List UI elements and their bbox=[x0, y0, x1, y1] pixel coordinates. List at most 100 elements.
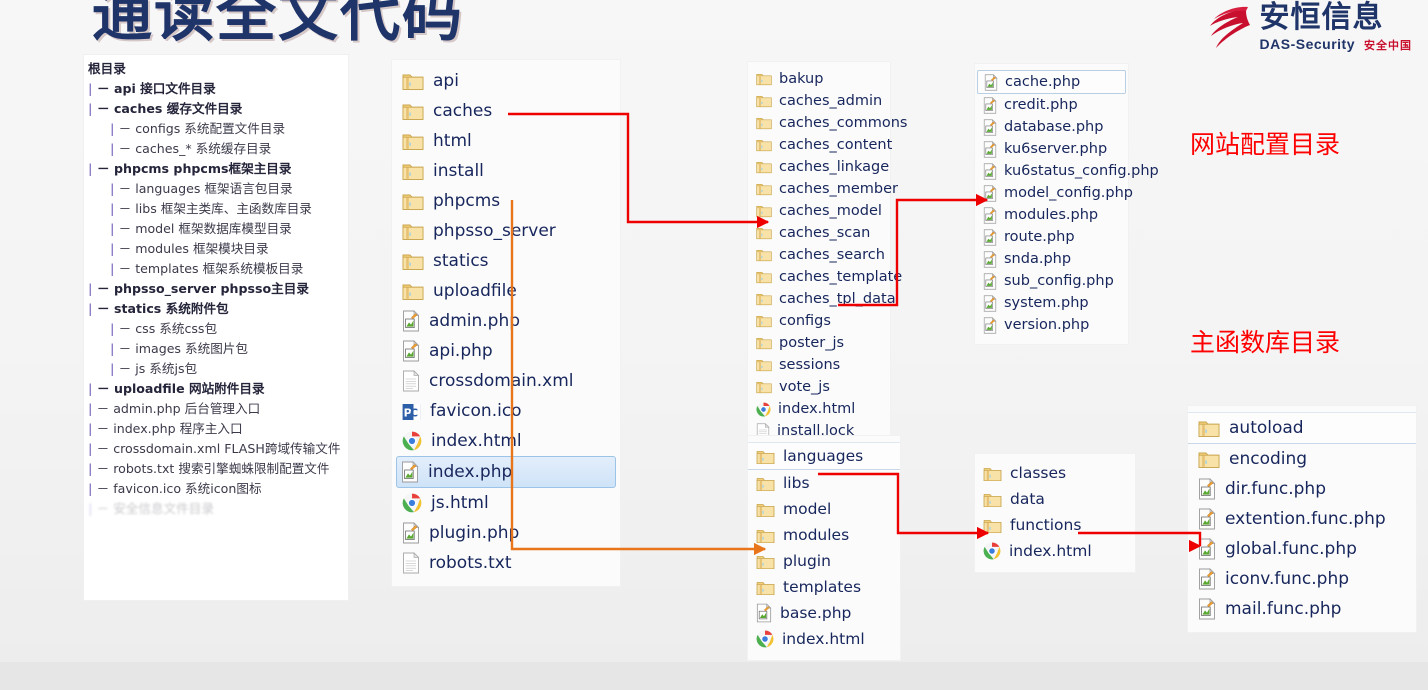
outline-row-label: － phpsso_server phpsso主目录 bbox=[92, 281, 309, 296]
file-row[interactable]: encoding bbox=[1188, 444, 1416, 474]
file-row[interactable]: phpcms bbox=[392, 186, 620, 216]
functions-directory-listing[interactable]: autoload encoding dir.func.php extention.fu… bbox=[1188, 406, 1416, 632]
file-row[interactable]: dir.func.php bbox=[1188, 474, 1416, 504]
file-row[interactable]: cache.php bbox=[977, 70, 1126, 94]
file-row[interactable]: admin.php bbox=[392, 306, 620, 336]
file-row[interactable]: index.html bbox=[748, 398, 890, 420]
file-row[interactable]: route.php bbox=[975, 226, 1128, 248]
caches-directory-listing[interactable]: bakup caches_admin caches_commons caches_co… bbox=[748, 62, 907, 450]
file-row[interactable]: classes bbox=[975, 460, 1135, 486]
file-row[interactable]: functions bbox=[975, 512, 1135, 538]
file-row[interactable]: ku6server.php bbox=[975, 138, 1128, 160]
folder-icon bbox=[402, 102, 424, 121]
file-name-label: caches_tpl_data bbox=[779, 291, 896, 307]
file-row[interactable]: caches bbox=[392, 96, 620, 126]
file-row[interactable]: iconv.func.php bbox=[1188, 564, 1416, 594]
file-name-label: favicon.ico bbox=[430, 401, 522, 421]
file-row[interactable]: P C favicon.ico bbox=[392, 396, 620, 426]
file-row[interactable]: system.php bbox=[975, 292, 1128, 314]
file-row[interactable]: robots.txt bbox=[392, 548, 620, 578]
file-row[interactable]: credit.php bbox=[975, 94, 1128, 116]
file-row[interactable]: model_config.php bbox=[975, 182, 1133, 204]
file-row[interactable]: modules bbox=[748, 522, 900, 548]
file-name-label: functions bbox=[1010, 516, 1082, 534]
file-row[interactable]: vote_js bbox=[748, 376, 890, 398]
file-row[interactable]: extention.func.php bbox=[1188, 504, 1416, 534]
file-row[interactable]: sub_config.php bbox=[975, 270, 1128, 292]
file-row[interactable]: templates bbox=[748, 574, 900, 600]
file-row[interactable]: snda.php bbox=[975, 248, 1128, 270]
outline-row-label: － languages 框架语言包目录 bbox=[114, 181, 293, 196]
file-row[interactable]: caches_model bbox=[748, 200, 890, 222]
file-row[interactable]: index.html bbox=[392, 426, 620, 456]
file-row[interactable]: caches_admin bbox=[748, 90, 890, 112]
file-name-label: base.php bbox=[780, 604, 852, 622]
folder-icon bbox=[756, 448, 775, 465]
file-row[interactable]: crossdomain.xml bbox=[392, 366, 620, 396]
file-row[interactable]: caches_tpl_data bbox=[748, 288, 896, 310]
outline-row-label: － phpcms phpcms框架主目录 bbox=[92, 161, 292, 176]
php-file-icon bbox=[983, 272, 997, 290]
file-row[interactable]: install bbox=[392, 156, 620, 186]
phpcms-directory-listing[interactable]: languages libs model modules plugin templates… bbox=[748, 436, 900, 660]
file-row[interactable]: caches_search bbox=[748, 244, 890, 266]
file-name-label: statics bbox=[433, 251, 489, 271]
file-row[interactable]: plugin.php bbox=[392, 518, 620, 548]
file-row[interactable]: caches_linkage bbox=[748, 156, 890, 178]
folder-icon bbox=[756, 336, 772, 350]
file-row[interactable]: html bbox=[392, 126, 620, 156]
folder-icon bbox=[402, 252, 424, 271]
file-row[interactable]: base.php bbox=[748, 600, 900, 626]
logo-english-name: DAS-Security bbox=[1259, 35, 1355, 52]
file-name-label: data bbox=[1010, 490, 1045, 508]
file-row[interactable]: global.func.php bbox=[1188, 534, 1416, 564]
file-row[interactable]: sessions bbox=[748, 354, 890, 376]
outline-row: | － uploadfile 网站附件目录 bbox=[84, 379, 348, 399]
file-row[interactable]: api bbox=[392, 66, 620, 96]
file-row[interactable]: autoload bbox=[1188, 412, 1416, 444]
file-row[interactable]: phpsso_server bbox=[392, 216, 620, 246]
php-file-icon bbox=[1198, 508, 1216, 530]
file-row[interactable]: modules.php bbox=[975, 204, 1128, 226]
file-row[interactable]: caches_commons bbox=[748, 112, 907, 134]
chrome-icon bbox=[402, 493, 422, 513]
outline-row-label: － crossdomain.xml FLASH跨域传输文件 bbox=[92, 441, 341, 456]
file-row[interactable]: uploadfile bbox=[392, 276, 620, 306]
file-row[interactable]: model bbox=[748, 496, 900, 522]
file-row[interactable]: caches_scan bbox=[748, 222, 890, 244]
file-name-label: caches_admin bbox=[779, 93, 883, 109]
file-row[interactable]: ku6status_config.php bbox=[975, 160, 1159, 182]
file-row[interactable]: data bbox=[975, 486, 1135, 512]
file-row[interactable]: caches_member bbox=[748, 178, 898, 200]
file-row[interactable]: version.php bbox=[975, 314, 1128, 336]
file-row[interactable]: database.php bbox=[975, 116, 1128, 138]
file-row[interactable]: poster_js bbox=[748, 332, 890, 354]
file-name-label: robots.txt bbox=[429, 553, 512, 573]
folder-icon bbox=[1198, 419, 1220, 438]
outline-row: | － phpcms phpcms框架主目录 bbox=[84, 159, 348, 179]
outline-row: | － statics 系统附件包 bbox=[84, 299, 348, 319]
file-row[interactable]: libs bbox=[748, 470, 900, 496]
file-row[interactable]: configs bbox=[748, 310, 890, 332]
file-row[interactable]: mail.func.php bbox=[1188, 594, 1416, 624]
file-row[interactable]: index.php bbox=[396, 456, 616, 488]
file-name-label: encoding bbox=[1229, 449, 1308, 469]
file-row[interactable]: index.html bbox=[748, 626, 900, 652]
php-file-icon bbox=[983, 184, 997, 202]
root-directory-listing[interactable]: api caches html install phpcms phpsso_servers… bbox=[392, 60, 620, 586]
file-row[interactable]: plugin bbox=[748, 548, 900, 574]
file-name-label: bakup bbox=[779, 71, 824, 87]
file-row[interactable]: index.html bbox=[975, 538, 1135, 564]
file-row[interactable]: caches_content bbox=[748, 134, 892, 156]
libs-directory-listing[interactable]: classes data functions index.html bbox=[975, 454, 1135, 572]
file-row[interactable]: api.php bbox=[392, 336, 620, 366]
outline-row-label: － api 接口文件目录 bbox=[92, 81, 216, 96]
file-row[interactable]: js.html bbox=[392, 488, 620, 518]
file-row[interactable]: bakup bbox=[748, 68, 890, 90]
file-row[interactable]: caches_template bbox=[748, 266, 902, 288]
file-row[interactable]: statics bbox=[392, 246, 620, 276]
file-row[interactable]: languages bbox=[748, 442, 900, 470]
file-name-label: caches_model bbox=[779, 203, 882, 219]
configs-directory-listing[interactable]: cache.php credit.php database.php ku6server… bbox=[975, 64, 1159, 344]
outline-header: 根目录 bbox=[88, 61, 126, 76]
